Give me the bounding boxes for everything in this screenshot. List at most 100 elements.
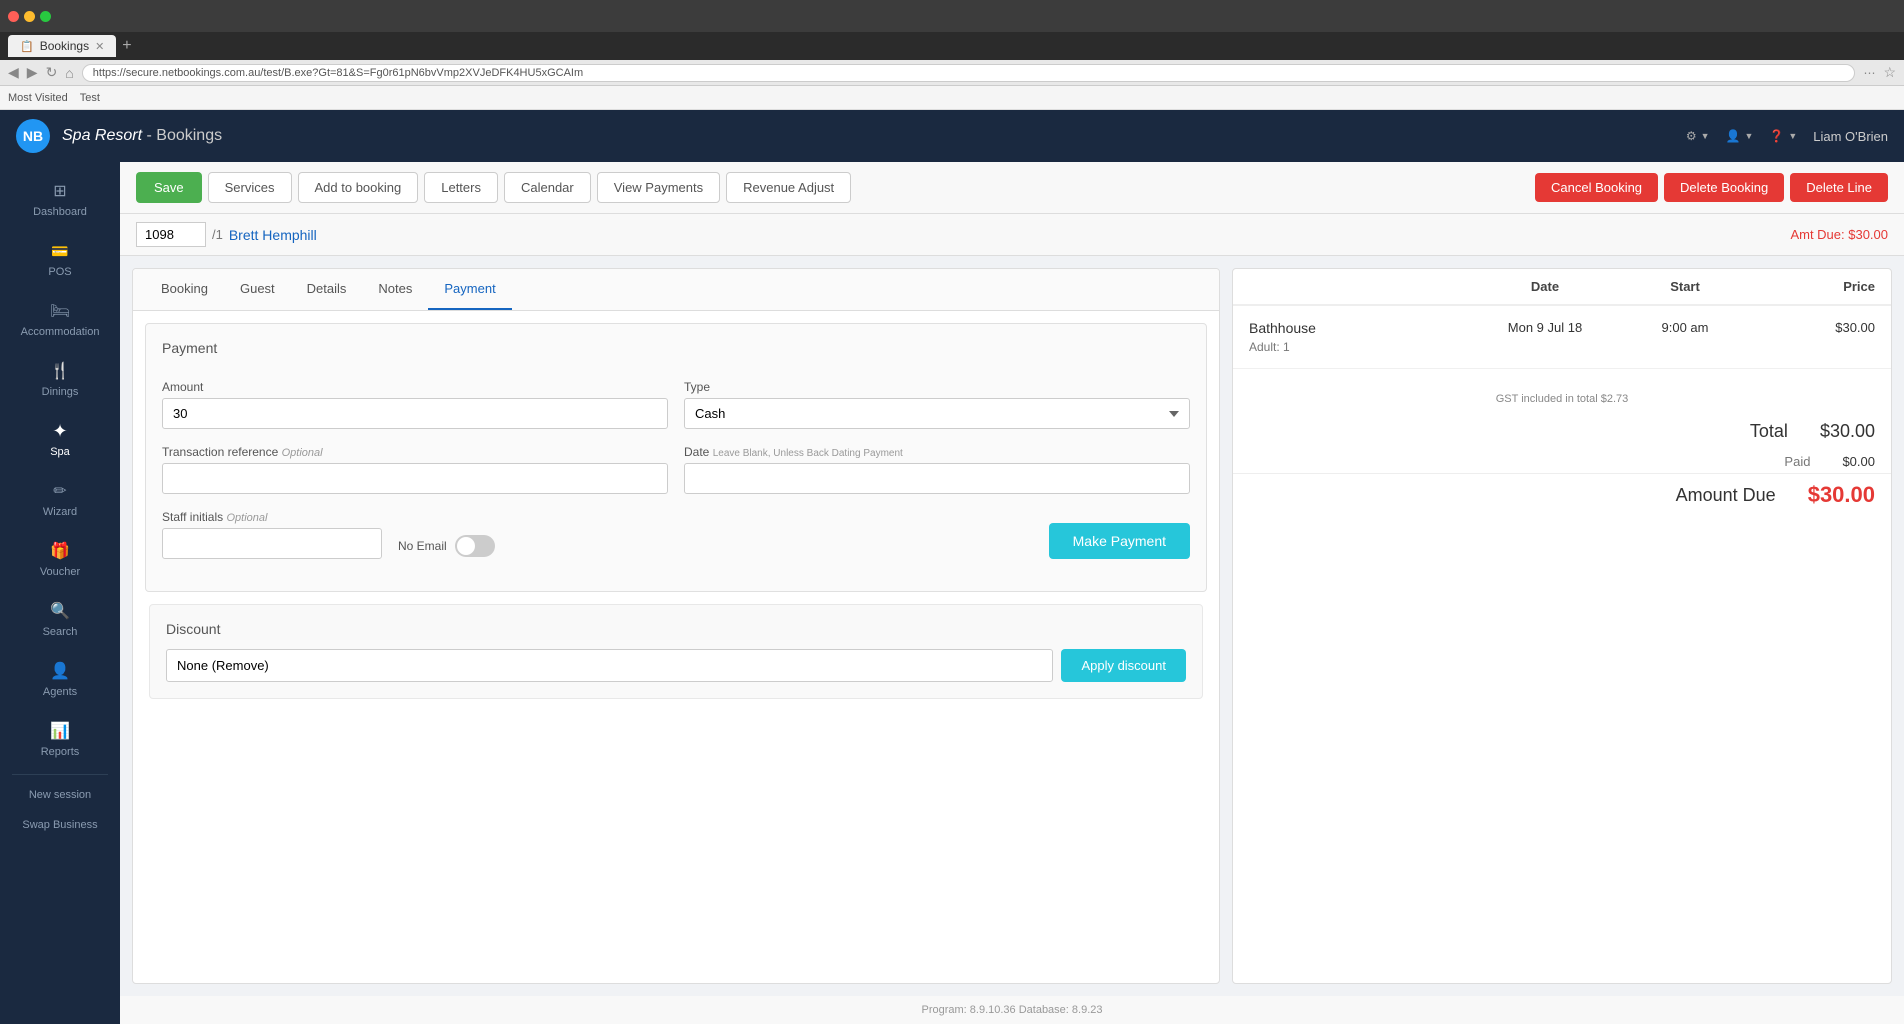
sidebar-item-voucher[interactable]: 🎁 Voucher <box>0 530 120 588</box>
tab-notes[interactable]: Notes <box>362 269 428 310</box>
search-icon: 🔍 <box>49 600 71 622</box>
amount-input[interactable] <box>162 398 668 429</box>
sidebar-item-search[interactable]: 🔍 Search <box>0 590 120 648</box>
forward-btn[interactable]: ▶ <box>27 64 38 81</box>
sidebar-new-session[interactable]: New session <box>0 781 120 809</box>
add-to-booking-button[interactable]: Add to booking <box>298 172 419 203</box>
save-button[interactable]: Save <box>136 172 202 203</box>
footer-text: Program: 8.9.10.36 Database: 8.9.23 <box>921 1004 1102 1016</box>
apply-discount-button[interactable]: Apply discount <box>1061 649 1186 682</box>
revenue-adjust-button[interactable]: Revenue Adjust <box>726 172 851 203</box>
bookmark-test[interactable]: Test <box>80 92 100 104</box>
sidebar-label-wizard: Wizard <box>43 506 77 518</box>
cancel-booking-button[interactable]: Cancel Booking <box>1535 173 1658 202</box>
discount-select[interactable]: None (Remove) 10% 15% 20% 25% 50% <box>166 649 1053 682</box>
tab-guest[interactable]: Guest <box>224 269 291 310</box>
url-bar[interactable]: https://secure.netbookings.com.au/test/B… <box>82 64 1856 82</box>
service-price: $30.00 <box>1755 320 1875 335</box>
sidebar-label-agents: Agents <box>43 686 77 698</box>
service-name: Bathhouse <box>1249 320 1475 336</box>
calendar-button[interactable]: Calendar <box>504 172 591 203</box>
booking-id-input[interactable] <box>136 222 206 247</box>
tab-payment[interactable]: Payment <box>428 269 511 310</box>
no-email-toggle[interactable] <box>455 535 495 557</box>
back-btn[interactable]: ◀ <box>8 64 19 81</box>
delete-line-button[interactable]: Delete Line <box>1790 173 1888 202</box>
bookmark-most-visited[interactable]: Most Visited <box>8 92 68 104</box>
browser-menu[interactable]: ⋯ <box>1863 66 1875 80</box>
home-btn[interactable]: ⌂ <box>65 65 73 81</box>
sidebar-item-reports[interactable]: 📊 Reports <box>0 710 120 768</box>
user-chevron: ▼ <box>1744 131 1753 141</box>
sidebar-item-wizard[interactable]: ✏ Wizard <box>0 470 120 528</box>
booking-guest-name[interactable]: Brett Hemphill <box>229 227 317 243</box>
gst-note: GST included in total $2.73 <box>1233 385 1891 413</box>
date-input[interactable] <box>684 463 1190 494</box>
new-tab-btn[interactable]: + <box>122 37 131 55</box>
amount-due-value: $30.00 <box>1808 482 1875 508</box>
sidebar-swap-business[interactable]: Swap Business <box>0 811 120 839</box>
tab-details[interactable]: Details <box>291 269 363 310</box>
tab-navigation: Booking Guest Details Notes Payment <box>133 269 1219 311</box>
sidebar-item-pos[interactable]: 💳 POS <box>0 230 120 288</box>
table-row: Bathhouse Adult: 1 Mon 9 Jul 18 9:00 am … <box>1233 306 1891 369</box>
view-payments-button[interactable]: View Payments <box>597 172 720 203</box>
sidebar-item-dashboard[interactable]: ⊞ Dashboard <box>0 170 120 228</box>
paid-value: $0.00 <box>1842 454 1875 469</box>
settings-chevron: ▼ <box>1701 131 1710 141</box>
make-payment-button[interactable]: Make Payment <box>1049 523 1190 559</box>
sidebar-label-dashboard: Dashboard <box>33 206 87 218</box>
transaction-ref-input[interactable] <box>162 463 668 494</box>
header-right: ⚙ ▼ 👤 ▼ ❓ ▼ Liam O'Brien <box>1686 129 1888 144</box>
bookmark-btn[interactable]: ☆ <box>1883 64 1896 81</box>
booking-info-bar: /1 Brett Hemphill Amt Due: $30.00 <box>120 214 1904 256</box>
total-row: Total $30.00 <box>1233 413 1891 450</box>
payment-section-title: Payment <box>162 340 1190 364</box>
amount-group: Amount <box>162 380 668 429</box>
sidebar-label-accommodation: Accommodation <box>21 326 100 338</box>
sidebar-item-agents[interactable]: 👤 Agents <box>0 650 120 708</box>
help-chevron: ▼ <box>1788 131 1797 141</box>
payment-section: Payment Amount Type Cash Credit Card <box>145 323 1207 592</box>
services-button[interactable]: Services <box>208 172 292 203</box>
dashboard-icon: ⊞ <box>49 180 71 202</box>
browser-tab[interactable]: 📋 Bookings ✕ <box>8 35 116 57</box>
transaction-ref-group: Transaction reference Optional <box>162 445 668 494</box>
sidebar-label-search: Search <box>43 626 78 638</box>
main-content: Save Services Add to booking Letters Cal… <box>120 162 1904 1024</box>
sidebar-item-dinings[interactable]: 🍴 Dinings <box>0 350 120 408</box>
user-btn[interactable]: 👤 ▼ <box>1726 129 1754 143</box>
amt-due-label: Amt Due: $30.00 <box>1790 227 1888 242</box>
total-label: Total <box>1750 421 1788 442</box>
dinings-icon: 🍴 <box>49 360 71 382</box>
staff-initials-input[interactable] <box>162 528 382 559</box>
sidebar-item-accommodation[interactable]: 🛏 Accommodation <box>0 290 120 348</box>
discount-title: Discount <box>166 621 1186 637</box>
reload-btn[interactable]: ↻ <box>46 64 58 81</box>
letters-button[interactable]: Letters <box>424 172 498 203</box>
sidebar-item-spa[interactable]: ✦ Spa <box>0 410 120 468</box>
amount-due-label: Amount Due <box>1676 485 1776 506</box>
col-service-header <box>1249 279 1475 294</box>
sidebar-label-dinings: Dinings <box>42 386 79 398</box>
type-select[interactable]: Cash Credit Card Cheque EFTPOS <box>684 398 1190 429</box>
settings-icon: ⚙ <box>1686 129 1697 143</box>
left-panel: Booking Guest Details Notes Payment Paym… <box>132 268 1220 984</box>
transaction-ref-label: Transaction reference Optional <box>162 445 668 459</box>
paid-row: Paid $0.00 <box>1233 450 1891 473</box>
amount-due-row: Amount Due $30.00 <box>1233 473 1891 516</box>
help-btn[interactable]: ❓ ▼ <box>1769 129 1797 143</box>
accommodation-icon: 🛏 <box>49 300 71 322</box>
delete-booking-button[interactable]: Delete Booking <box>1664 173 1784 202</box>
toolbar: Save Services Add to booking Letters Cal… <box>120 162 1904 214</box>
service-start: 9:00 am <box>1615 320 1755 335</box>
tab-title: Bookings <box>40 39 89 53</box>
col-start-header: Start <box>1615 279 1755 294</box>
no-email-label: No Email <box>398 539 447 553</box>
staff-initials-group: Staff initials Optional <box>162 510 382 559</box>
tab-booking[interactable]: Booking <box>145 269 224 310</box>
date-label: Date Leave Blank, Unless Back Dating Pay… <box>684 445 1190 459</box>
settings-btn[interactable]: ⚙ ▼ <box>1686 129 1710 143</box>
voucher-icon: 🎁 <box>49 540 71 562</box>
tab-close[interactable]: ✕ <box>95 40 104 53</box>
